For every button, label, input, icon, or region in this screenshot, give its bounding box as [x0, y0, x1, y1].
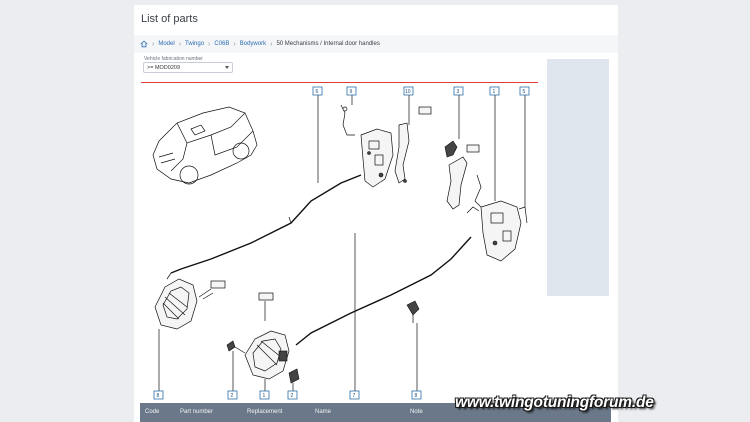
svg-text:1: 1: [493, 89, 496, 95]
callout-3[interactable]: 3: [453, 86, 464, 96]
inner-handle-right[interactable]: [446, 156, 468, 210]
svg-text:10: 10: [405, 89, 411, 95]
svg-text:6: 6: [316, 89, 319, 95]
breadcrumb-separator: ›: [208, 40, 211, 48]
screw-left[interactable]: [226, 340, 246, 354]
callout-10[interactable]: 10: [403, 86, 414, 96]
column-replacement[interactable]: Replacement: [247, 409, 282, 415]
column-name[interactable]: Name: [315, 409, 331, 415]
breadcrumb-separator: ›: [233, 40, 236, 48]
home-icon[interactable]: [140, 40, 148, 48]
callout-6[interactable]: 6: [312, 86, 323, 96]
svg-text:9: 9: [350, 89, 353, 95]
breadcrumb-separator: ›: [178, 40, 182, 48]
breadcrumb: › Model › Twingo › C06B › Bodywork › 50 …: [134, 35, 618, 53]
breadcrumb-c06b[interactable]: C06B: [214, 41, 229, 47]
callout-5[interactable]: 5: [519, 86, 530, 96]
lock-mechanism-upper[interactable]: [360, 128, 394, 188]
label-plate: [258, 292, 274, 301]
column-part-number[interactable]: Part number: [180, 409, 213, 415]
callout-7[interactable]: 7: [349, 390, 360, 400]
callout-2[interactable]: 2: [227, 390, 238, 400]
rod-9[interactable]: [170, 174, 362, 274]
label-plate: [466, 144, 480, 153]
fabrication-number-select[interactable]: >= MOD0209: [143, 62, 233, 73]
inner-handle-10[interactable]: [394, 122, 410, 184]
chevron-down-icon: [225, 66, 229, 69]
handle-bezel-center[interactable]: [244, 330, 290, 380]
svg-text:8: 8: [415, 393, 418, 399]
lever-6[interactable]: [340, 104, 355, 136]
svg-text:7: 7: [353, 393, 356, 399]
svg-text:3: 3: [457, 89, 460, 95]
callout-2-bottom[interactable]: 2: [287, 390, 298, 400]
clip-right[interactable]: [406, 300, 420, 323]
rod-7[interactable]: [295, 236, 472, 346]
handle-5[interactable]: [444, 140, 458, 158]
car-illustration: [152, 106, 258, 185]
svg-text:2: 2: [291, 393, 294, 399]
watermark: www.twingotuningforum.de: [455, 394, 654, 411]
svg-text:1: 1: [263, 393, 266, 399]
parts-panel: List of parts › Model › Twingo › C06B › …: [134, 5, 618, 422]
breadcrumb-twingo[interactable]: Twingo: [185, 41, 204, 47]
breadcrumb-bodywork[interactable]: Bodywork: [240, 41, 266, 47]
label-plate: [210, 280, 226, 289]
breadcrumb-separator: ›: [270, 40, 273, 48]
callout-1[interactable]: 1: [489, 86, 500, 96]
callout-9[interactable]: 9: [346, 86, 357, 96]
handle-bezel-left[interactable]: [154, 278, 198, 330]
exploded-parts-diagram[interactable]: 6 9 10 3 1 5 8 2 1 2 7 8: [141, 83, 541, 403]
callout-8[interactable]: 8: [153, 390, 164, 400]
fabrication-number-value: >= MOD0209: [147, 64, 181, 71]
svg-text:8: 8: [157, 393, 160, 399]
svg-text:2: 2: [231, 393, 234, 399]
breadcrumb-model[interactable]: Model: [158, 41, 174, 47]
svg-text:5: 5: [523, 89, 526, 95]
callout-1-bottom[interactable]: 1: [259, 390, 270, 400]
callout-8-bottom[interactable]: 8: [411, 390, 422, 400]
column-note[interactable]: Note: [410, 409, 423, 415]
part-detail-box: [547, 59, 609, 296]
clip-2[interactable]: [288, 368, 300, 384]
breadcrumb-current: 50 Mechanisms / Internal door handles: [276, 41, 380, 47]
page-title: List of parts: [141, 13, 198, 25]
breadcrumb-separator: ›: [152, 40, 155, 48]
column-code[interactable]: Code: [145, 409, 159, 415]
label-plate: [418, 106, 432, 115]
lock-mechanism-lower[interactable]: [480, 200, 528, 262]
